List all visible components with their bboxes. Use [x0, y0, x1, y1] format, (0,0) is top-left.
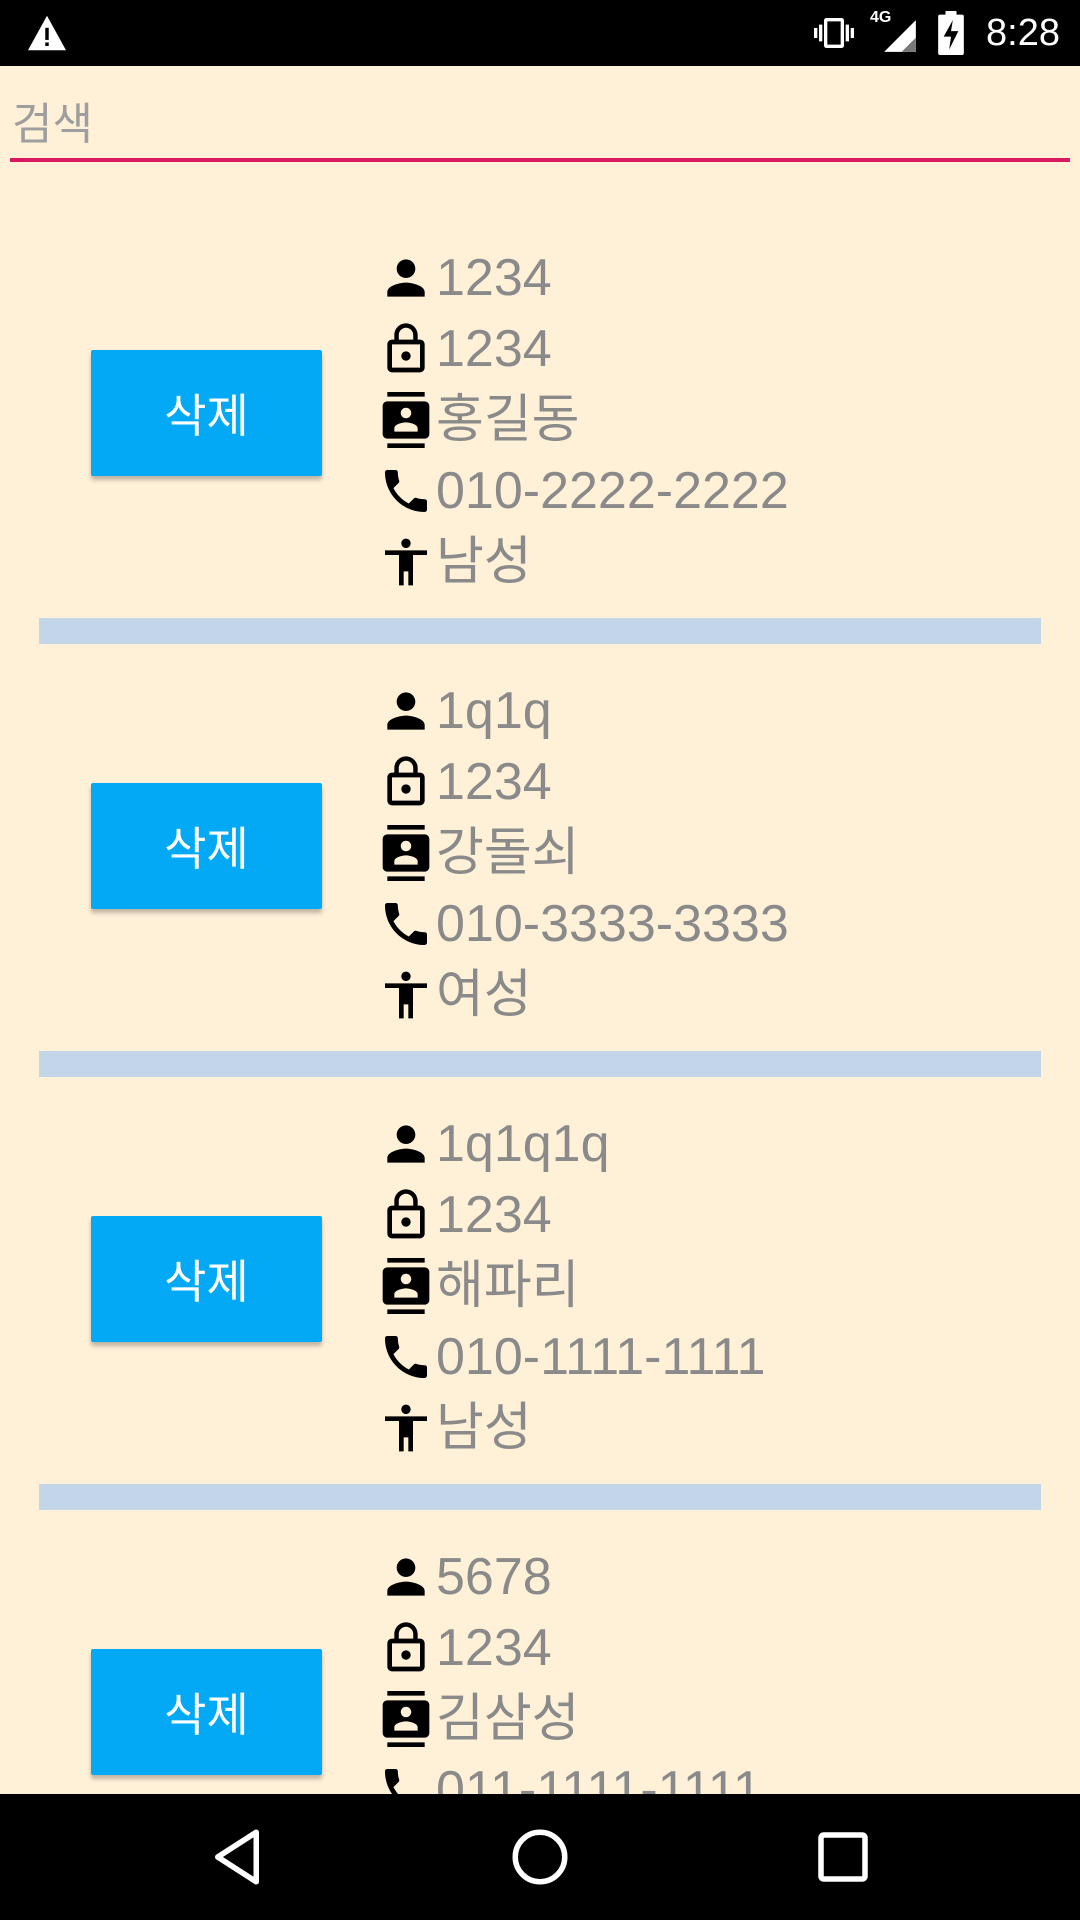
member-info: 1234 1234 홍길동 010-2222-2222 남성: [378, 242, 789, 597]
name-value: 김삼성: [436, 1689, 580, 1748]
member-info: 5678 1234 김삼성 011-1111-1111: [378, 1541, 762, 1794]
phone-row: 010-1111-1111: [378, 1321, 766, 1392]
password-value: 1234: [436, 752, 552, 811]
accessibility-icon: [385, 1404, 427, 1451]
gender-row: 여성: [378, 959, 789, 1030]
gender-row: 남성: [378, 526, 789, 597]
id-value: 1q1q1q: [436, 1114, 610, 1173]
back-icon[interactable]: [204, 1824, 270, 1890]
member-info: 1q1q 1234 강돌쇠 010-3333-3333 여성: [378, 675, 789, 1030]
list-item: 삭제 1q1q 1234 강돌쇠 010-3333-3333 여성: [0, 653, 1080, 1086]
phone-icon: [385, 469, 427, 512]
phone-value: 010-1111-1111: [436, 1327, 766, 1386]
status-bar: 4G 8:28: [0, 0, 1080, 66]
signal-icon: 4G: [870, 9, 920, 55]
list-item: 삭제 1q1q1q 1234 해파리 010-1111-1111 남성: [0, 1086, 1080, 1519]
phone-row: 010-3333-3333: [378, 888, 789, 959]
home-icon[interactable]: [507, 1824, 573, 1890]
battery-charging-icon: [938, 11, 964, 55]
list-item: 삭제 5678 1234 김삼성 011-1111-1111: [0, 1519, 1080, 1794]
delete-button[interactable]: 삭제: [91, 1649, 322, 1775]
clock: 8:28: [986, 11, 1060, 54]
contacts-icon: [382, 824, 430, 881]
name-row: 해파리: [378, 1250, 766, 1321]
name-row: 강돌쇠: [378, 817, 789, 888]
phone-icon: [385, 902, 427, 945]
person-icon: [387, 1557, 425, 1596]
phone-icon: [385, 1768, 400, 1794]
password-row: 1234: [378, 1612, 762, 1683]
password-row: 1234: [378, 313, 789, 384]
divider: [39, 1051, 1041, 1077]
password-value: 1234: [436, 319, 552, 378]
member-info: 1q1q1q 1234 해파리 010-1111-1111 남성: [378, 1108, 766, 1463]
gender-value: 남성: [436, 532, 532, 591]
vibrate-icon: [814, 18, 855, 48]
phone-row: 011-1111-1111: [378, 1754, 762, 1794]
delete-button[interactable]: 삭제: [91, 783, 322, 909]
lock-icon: [387, 755, 425, 805]
gender-value: 남성: [436, 1398, 532, 1457]
name-value: 강돌쇠: [436, 823, 580, 882]
person-icon: [387, 258, 425, 297]
name-row: 홍길동: [378, 384, 789, 455]
contacts-icon: [382, 391, 430, 448]
contacts-icon: [382, 1690, 430, 1747]
id-row: 5678: [378, 1541, 762, 1612]
phone-value: 010-2222-2222: [436, 461, 789, 520]
id-value: 1234: [436, 248, 552, 307]
gender-row: 남성: [378, 1392, 766, 1463]
phone-icon: [385, 1335, 427, 1378]
password-value: 1234: [436, 1185, 552, 1244]
list-item: 삭제 1234 1234 홍길동 010-2222-2222 남성: [0, 220, 1080, 653]
gender-value: 여성: [436, 965, 532, 1024]
phone-value: 011-1111-1111: [436, 1760, 762, 1795]
phone-row: 010-2222-2222: [378, 455, 789, 526]
warning-icon: [28, 15, 66, 51]
name-value: 홍길동: [436, 390, 580, 449]
name-value: 해파리: [436, 1256, 580, 1315]
lock-icon: [387, 322, 425, 372]
member-list[interactable]: 삭제 1234 1234 홍길동 010-2222-2222 남성 삭제 1q1…: [0, 220, 1080, 1794]
id-row: 1q1q: [378, 675, 789, 746]
password-value: 1234: [436, 1618, 552, 1677]
divider: [39, 618, 1041, 644]
phone-value: 010-3333-3333: [436, 894, 789, 953]
lock-icon: [387, 1188, 425, 1238]
divider: [39, 1484, 1041, 1510]
id-value: 1q1q: [436, 681, 552, 740]
search-input[interactable]: [10, 90, 1070, 162]
person-icon: [387, 691, 425, 730]
id-value: 5678: [436, 1547, 552, 1606]
lock-icon: [387, 1621, 425, 1671]
id-row: 1q1q1q: [378, 1108, 766, 1179]
contacts-icon: [382, 1257, 430, 1314]
accessibility-icon: [385, 538, 427, 585]
password-row: 1234: [378, 746, 789, 817]
person-icon: [387, 1124, 425, 1163]
delete-button[interactable]: 삭제: [91, 1216, 322, 1342]
accessibility-icon: [385, 971, 427, 1018]
id-row: 1234: [378, 242, 789, 313]
recents-icon[interactable]: [810, 1824, 876, 1890]
password-row: 1234: [378, 1179, 766, 1250]
navigation-bar: [0, 1794, 1080, 1920]
name-row: 김삼성: [378, 1683, 762, 1754]
delete-button[interactable]: 삭제: [91, 350, 322, 476]
